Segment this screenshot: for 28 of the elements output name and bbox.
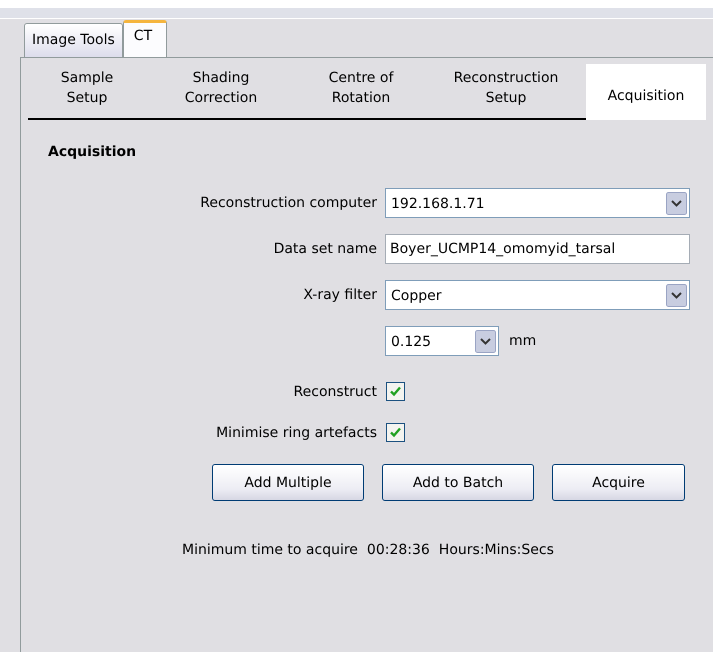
checkbox-label: Minimise ring artefacts — [215, 424, 378, 440]
action-button[interactable]: Add Multiple — [212, 464, 364, 501]
action-button[interactable]: Add to Batch — [382, 464, 534, 501]
dropdown[interactable]: Copper — [385, 280, 690, 310]
dropdown[interactable]: 192.168.1.71 — [385, 188, 690, 218]
action-button[interactable]: Acquire — [552, 464, 685, 501]
section-title: Acquisition — [48, 144, 138, 160]
tab[interactable]: Centre of Rotation — [296, 58, 426, 120]
chevron-down-icon — [666, 192, 687, 214]
field-label: Reconstruction computer — [199, 195, 378, 211]
checkbox[interactable] — [386, 423, 405, 442]
tab[interactable]: Sample Setup — [28, 58, 146, 120]
tab[interactable]: CT — [122, 20, 168, 57]
tab[interactable]: Image Tools — [24, 23, 123, 57]
dropdown[interactable]: 0.125 — [385, 326, 499, 356]
input-field[interactable]: Boyer_UCMP14_omomyid_tarsal — [385, 234, 690, 264]
tab[interactable]: Acquisition — [586, 64, 706, 120]
checkbox-label: Reconstruct — [292, 384, 378, 400]
unit-label: mm — [509, 333, 536, 349]
chevron-down-icon — [666, 284, 687, 306]
time-unit: Hours:Mins:Secs — [438, 542, 554, 558]
field-label: Data set name — [272, 241, 378, 257]
checkbox[interactable] — [386, 382, 405, 401]
chevron-down-icon — [475, 330, 496, 352]
tab[interactable]: Shading Correction — [146, 58, 296, 120]
time-label: Minimum time to acquire — [182, 542, 358, 558]
field-label: X-ray filter — [302, 287, 378, 303]
time-value: 00:28:36 — [366, 542, 430, 558]
